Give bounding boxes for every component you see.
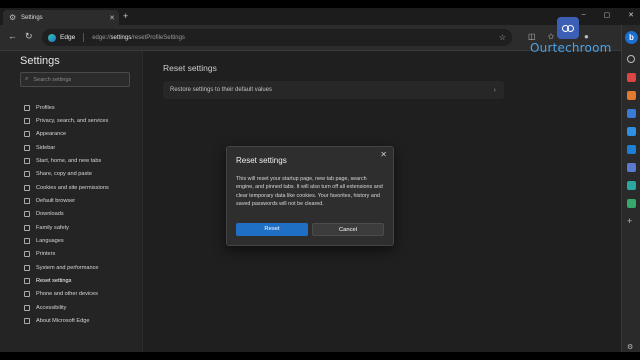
favorite-star-icon[interactable]: ☆ [499,33,506,42]
tab-close-button[interactable]: ✕ [109,14,115,22]
site-name: Edge [60,34,76,41]
office-icon[interactable] [627,127,636,136]
shopping-icon[interactable] [627,73,636,82]
reset-button[interactable]: Reset [236,223,308,236]
tab-settings[interactable]: ⚙ Settings ✕ [3,10,119,25]
sidebar-item[interactable]: Start, home, and new tabs [24,154,109,167]
close-window-icon[interactable]: ✕ [628,11,634,19]
system-icon [24,264,30,271]
family-icon [24,224,30,231]
refresh-icon[interactable]: ↻ [25,31,33,42]
settings-sidebar: Settings ⌕ Search settings Profiles Priva… [0,51,143,352]
accessibility-icon [24,304,30,311]
sidebar-item-label: Start, home, and new tabs [36,158,102,165]
watermark-logo [557,17,579,39]
sidebar-item[interactable]: Printers [24,248,109,261]
address-toolbar: ← ↻ Edge edge://settings/resetProfileSet… [0,25,621,51]
sidebar-item[interactable]: Privacy, search, and services [24,114,109,127]
divider [83,33,85,42]
sidebar-item[interactable]: Sidebar [24,141,109,154]
lock-icon [24,118,30,125]
phone-icon [24,291,30,298]
sidebar-item[interactable]: Profiles [24,101,109,114]
edge-sidebar: b + ⚙ [621,25,640,352]
search-icon: ⌕ [25,76,29,82]
browser-window: ⚙ Settings ✕ + – ▢ ✕ ← ↻ Edge edge://set… [0,8,640,352]
back-icon[interactable]: ← [8,31,17,41]
sidebar-item[interactable]: Phone and other devices [24,288,109,301]
sidebar-item-label: Languages [36,238,64,245]
dialog-message: This will reset your startup page, new t… [236,176,383,207]
sidebar-item[interactable]: About Microsoft Edge [24,315,109,328]
search-icon[interactable] [627,55,635,63]
settings-nav-list: Profiles Privacy, search, and services App… [24,101,109,328]
tab-title: Settings [21,14,43,21]
search-settings-input[interactable]: ⌕ Search settings [20,72,130,87]
edge-icon [24,318,30,325]
browser-icon [24,198,30,205]
designer-icon[interactable] [627,181,636,190]
tools-icon[interactable] [627,91,636,100]
sidebar-item[interactable]: Accessibility [24,301,109,314]
reset-icon [24,278,30,285]
sidebar-item-label: Downloads [36,211,64,218]
sidebar-item-label: Share, copy and paste [36,171,92,178]
edge-logo-icon [48,33,56,42]
address-bar[interactable]: Edge edge://settings/resetProfileSetting… [42,29,512,46]
outlook-icon[interactable] [627,145,636,154]
sidebar-item[interactable]: Appearance [24,128,109,141]
sidebar-item-label: System and performance [36,264,99,271]
tree-icon[interactable] [627,199,636,208]
sidebar-item-label: Phone and other devices [36,291,98,298]
bing-chat-icon[interactable]: b [625,31,638,44]
sidebar-item[interactable]: System and performance [24,261,109,274]
sidebar-item-label: Printers [36,251,56,258]
sidebar-item-label: Accessibility [36,304,67,311]
close-icon[interactable]: ✕ [380,150,387,159]
url-text[interactable]: edge://settings/resetProfileSettings [92,35,185,41]
sidebar-item[interactable]: Languages [24,234,109,247]
sidebar-item[interactable]: Downloads [24,208,109,221]
sidebar-item[interactable]: Share, copy and paste [24,168,109,181]
settings-icon[interactable]: ⚙ [627,343,636,352]
settings-heading: Settings [20,55,60,67]
printer-icon [24,251,30,258]
sidebar-item-label: Appearance [36,131,67,138]
gear-icon: ⚙ [9,12,17,22]
cookie-icon [24,184,30,191]
drop-icon[interactable] [627,163,636,172]
games-icon[interactable] [627,109,636,118]
home-icon [24,158,30,165]
sidebar-item[interactable]: Default browser [24,194,109,207]
new-tab-button[interactable]: + [123,11,128,21]
appearance-icon [24,131,30,138]
sidebar-item[interactable]: Reset settings [24,274,109,287]
sidebar-item-label: Profiles [36,104,55,111]
add-icon[interactable]: + [627,217,636,226]
download-icon [24,211,30,218]
reset-settings-dialog: Reset settings ✕ This will reset your st… [226,146,394,246]
sidebar-item-label: Privacy, search, and services [36,118,109,125]
sidebar-item-label: Reset settings [36,278,72,285]
sidebar-item[interactable]: Family safety [24,221,109,234]
profile-icon [24,104,30,111]
sidebar-item-label: Sidebar [36,144,56,151]
sidebar-icon [24,144,30,151]
sidebar-item-label: Family safety [36,224,69,231]
sidebar-item-label: Default browser [36,198,76,205]
sidebar-item-label: About Microsoft Edge [36,318,90,325]
cancel-button[interactable]: Cancel [312,223,384,236]
language-icon [24,238,30,245]
dialog-title: Reset settings [236,156,287,165]
search-placeholder: Search settings [33,76,72,83]
sidebar-item[interactable]: Cookies and site permissions [24,181,109,194]
sidebar-item-label: Cookies and site permissions [36,184,109,191]
share-icon [24,171,30,178]
watermark: Ourtechroom [530,17,611,55]
